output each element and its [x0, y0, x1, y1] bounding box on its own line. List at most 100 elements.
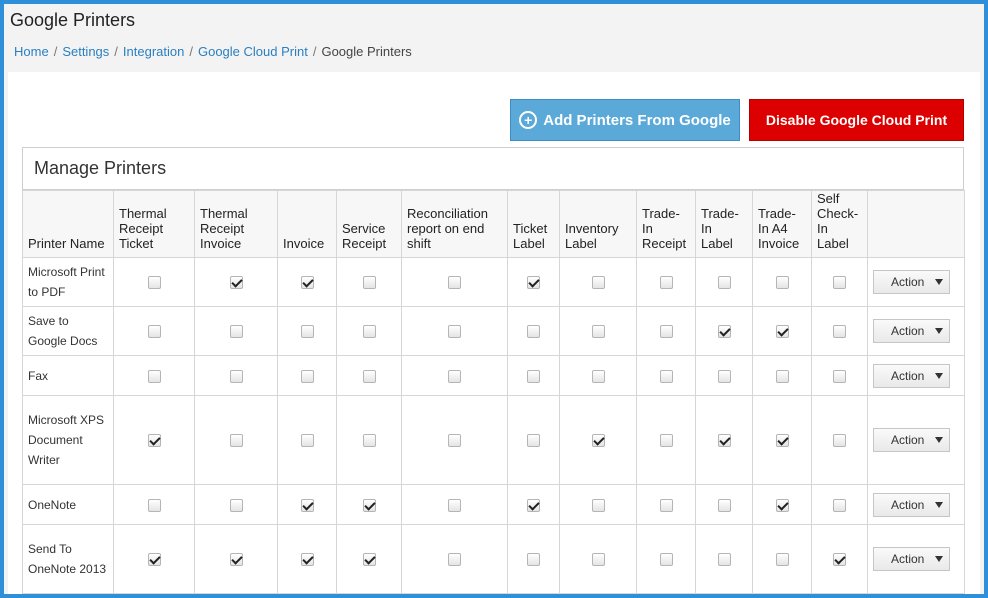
checkbox-checked[interactable] [527, 276, 540, 290]
checkbox-unchecked[interactable] [448, 369, 461, 383]
checkbox-checked[interactable] [300, 276, 314, 290]
checkbox-unchecked[interactable] [362, 434, 376, 448]
checkbox-unchecked[interactable] [448, 553, 461, 567]
checkbox-checked[interactable] [775, 434, 789, 448]
checkbox-cell [752, 306, 812, 356]
checkbox-unchecked[interactable] [448, 276, 461, 290]
checkbox-unchecked[interactable] [775, 553, 789, 567]
checkbox-checked[interactable] [229, 276, 243, 290]
checkbox-cell [336, 257, 402, 307]
checkbox-checked[interactable] [717, 325, 731, 339]
checkbox-checked[interactable] [362, 553, 376, 567]
checkbox-checked[interactable] [775, 325, 789, 339]
checkbox-unchecked[interactable] [527, 553, 540, 567]
checkbox-unchecked[interactable] [659, 325, 673, 339]
action-dropdown-button[interactable]: Action [873, 363, 950, 388]
checkbox-checked[interactable] [775, 498, 789, 512]
checkbox-unchecked[interactable] [659, 276, 673, 290]
checkbox-unchecked[interactable] [147, 369, 161, 383]
action-dropdown-button[interactable]: Action [873, 270, 950, 294]
checkbox-unchecked[interactable] [775, 369, 789, 383]
manage-printers-panel-header: Manage Printers [22, 147, 964, 190]
checkbox-unchecked[interactable] [717, 498, 731, 512]
checkbox-unchecked[interactable] [147, 276, 161, 290]
caret-down-icon [935, 279, 943, 285]
checkbox-checked[interactable] [833, 553, 846, 567]
breadcrumb-google-cloud-print[interactable]: Google Cloud Print [198, 44, 308, 59]
checkbox-unchecked[interactable] [591, 498, 605, 512]
checkbox-unchecked[interactable] [229, 325, 243, 339]
column-header: Invoice [277, 190, 337, 258]
checkbox-unchecked[interactable] [147, 498, 161, 512]
checkbox-unchecked[interactable] [591, 276, 605, 290]
printer-name-cell: OneNote [22, 484, 114, 525]
checkbox-cell [401, 355, 508, 396]
checkbox-cell [752, 257, 812, 307]
checkbox-unchecked[interactable] [527, 325, 540, 339]
checkbox-unchecked[interactable] [300, 369, 314, 383]
checkbox-unchecked[interactable] [833, 498, 846, 512]
checkbox-unchecked[interactable] [527, 369, 540, 383]
checkbox-cell [401, 306, 508, 356]
checkbox-unchecked[interactable] [300, 434, 314, 448]
column-header: Service Receipt [336, 190, 402, 258]
checkbox-cell [752, 395, 812, 485]
checkbox-unchecked[interactable] [717, 553, 731, 567]
checkbox-unchecked[interactable] [362, 325, 376, 339]
checkbox-unchecked[interactable] [229, 434, 243, 448]
checkbox-checked[interactable] [300, 498, 314, 512]
checkbox-unchecked[interactable] [833, 325, 846, 339]
checkbox-unchecked[interactable] [229, 369, 243, 383]
checkbox-checked[interactable] [717, 434, 731, 448]
checkbox-unchecked[interactable] [833, 369, 846, 383]
action-dropdown-button[interactable]: Action [873, 492, 950, 517]
checkbox-unchecked[interactable] [527, 434, 540, 448]
checkbox-checked[interactable] [527, 498, 540, 512]
checkbox-unchecked[interactable] [659, 369, 673, 383]
checkbox-unchecked[interactable] [591, 325, 605, 339]
breadcrumb-settings[interactable]: Settings [62, 44, 109, 59]
add-printers-button[interactable]: + Add Printers From Google [510, 99, 740, 141]
action-dropdown-button[interactable]: Action [873, 428, 950, 452]
printer-name-cell: Save to Google Docs [22, 306, 114, 356]
disable-cloud-print-button[interactable]: Disable Google Cloud Print [749, 99, 964, 141]
breadcrumb-home[interactable]: Home [14, 44, 49, 59]
checkbox-unchecked[interactable] [300, 325, 314, 339]
checkbox-unchecked[interactable] [833, 434, 846, 448]
checkbox-unchecked[interactable] [147, 325, 161, 339]
checkbox-checked[interactable] [362, 498, 376, 512]
checkbox-cell [401, 484, 508, 525]
checkbox-unchecked[interactable] [362, 276, 376, 290]
checkbox-unchecked[interactable] [448, 325, 461, 339]
checkbox-checked[interactable] [300, 553, 314, 567]
checkbox-unchecked[interactable] [448, 498, 461, 512]
checkbox-unchecked[interactable] [448, 434, 461, 448]
checkbox-cell [194, 395, 278, 485]
action-dropdown-button[interactable]: Action [873, 319, 950, 343]
checkbox-unchecked[interactable] [362, 369, 376, 383]
checkbox-unchecked[interactable] [229, 498, 243, 512]
main-content: + Add Printers From Google Disable Googl… [8, 72, 980, 594]
checkbox-unchecked[interactable] [659, 434, 673, 448]
action-dropdown-button[interactable]: Action [873, 547, 950, 571]
checkbox-cell [277, 395, 337, 485]
checkbox-cell [277, 355, 337, 396]
checkbox-cell [113, 257, 195, 307]
caret-down-icon [935, 328, 943, 334]
checkbox-checked[interactable] [229, 553, 243, 567]
checkbox-unchecked[interactable] [717, 276, 731, 290]
checkbox-cell [559, 257, 637, 307]
checkbox-checked[interactable] [147, 434, 161, 448]
checkbox-unchecked[interactable] [717, 369, 731, 383]
breadcrumb-integration[interactable]: Integration [123, 44, 184, 59]
checkbox-checked[interactable] [147, 553, 161, 567]
checkbox-unchecked[interactable] [659, 553, 673, 567]
checkbox-unchecked[interactable] [833, 276, 846, 290]
checkbox-cell [507, 524, 560, 594]
checkbox-cell [695, 524, 753, 594]
checkbox-unchecked[interactable] [591, 553, 605, 567]
checkbox-unchecked[interactable] [659, 498, 673, 512]
checkbox-checked[interactable] [591, 434, 605, 448]
checkbox-unchecked[interactable] [775, 276, 789, 290]
checkbox-unchecked[interactable] [591, 369, 605, 383]
